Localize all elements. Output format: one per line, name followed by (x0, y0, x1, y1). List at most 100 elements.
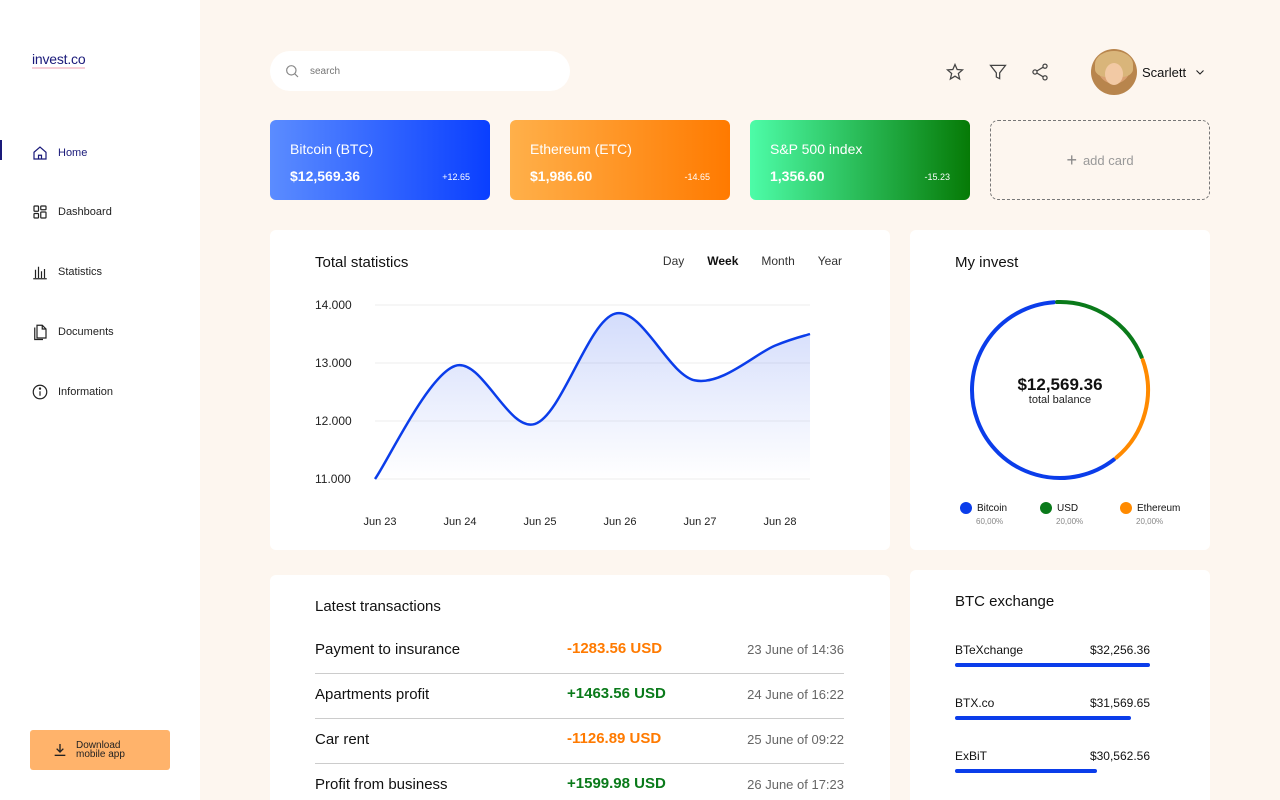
asset-value: 1,356.60 (770, 168, 825, 184)
documents-icon (34, 324, 47, 341)
transaction-name: Profit from business (315, 776, 448, 793)
x-tick-label: Jun 26 (603, 516, 636, 528)
legend-bitcoin: Bitcoin 60,00% (960, 502, 1007, 526)
transactions-title: Latest transactions (315, 598, 441, 615)
exchange-price: $30,562.56 (1089, 749, 1150, 763)
exchange-price: $32,256.36 (1089, 643, 1150, 657)
sidebar-item-label: Documents (58, 326, 114, 338)
home-icon (33, 146, 47, 160)
asset-name: Ethereum (ETC) (530, 141, 632, 157)
transaction-amount: +1599.98 USD (567, 775, 666, 792)
transaction-row[interactable]: Apartments profit +1463.56 USD 24 June o… (315, 674, 844, 719)
asset-change: -14.65 (684, 172, 710, 182)
legend-ethereum: Ethereum 20,00% (1120, 502, 1180, 526)
asset-card-sp500[interactable]: S&P 500 index 1,356.60 -15.23 (750, 120, 970, 200)
donut-segment-usd (1055, 300, 1144, 360)
asset-change: +12.65 (442, 172, 470, 182)
transaction-row[interactable]: Payment to insurance -1283.56 USD 23 Jun… (315, 629, 844, 674)
x-tick-label: Jun 28 (763, 516, 796, 528)
invest-panel: My invest $12,569.36 total balance Bitco… (910, 230, 1210, 550)
transaction-amount: -1126.89 USD (567, 730, 662, 747)
asset-name: S&P 500 index (770, 141, 863, 157)
transaction-row[interactable]: Profit from business +1599.98 USD 26 Jun… (315, 764, 844, 800)
user-name: Scarlett (1142, 64, 1187, 80)
invest-total-value: $12,569.36 (1017, 375, 1103, 394)
transaction-amount: +1463.56 USD (567, 685, 666, 702)
exchange-price: $31,569.65 (1089, 696, 1150, 710)
legend-pct: 20,00% (1136, 517, 1164, 526)
sidebar-item-label: Home (58, 147, 88, 159)
legend-dot (1040, 502, 1052, 514)
y-tick-label: 12.000 (315, 414, 352, 428)
info-icon (32, 384, 48, 400)
transaction-name: Car rent (315, 731, 370, 748)
legend-name: Ethereum (1137, 502, 1181, 514)
y-tick-label: 11.000 (315, 472, 351, 486)
add-card-label: add card (1082, 152, 1134, 168)
legend-dot (1120, 502, 1132, 514)
search-input[interactable] (310, 65, 550, 77)
sidebar-item-documents[interactable]: Documents (0, 317, 200, 347)
exchange-name: ExBiT (955, 749, 988, 763)
plus-icon: + (1066, 149, 1077, 170)
dashboard-icon (33, 205, 47, 219)
transaction-amount: -1283.56 USD (567, 640, 663, 657)
search-bar (270, 51, 570, 91)
star-icon[interactable] (945, 62, 965, 82)
transaction-row[interactable]: Car rent -1126.89 USD 25 June of 09:22 (315, 719, 844, 764)
asset-change: -15.23 (924, 172, 950, 182)
x-tick-label: Jun 25 (523, 516, 556, 528)
legend-dot (960, 502, 972, 514)
x-tick-label: Jun 27 (683, 516, 716, 528)
asset-value: $1,986.60 (530, 168, 593, 184)
statistics-icon (33, 266, 47, 280)
statistics-panel: Total statistics Day Week Month Year 14.… (270, 230, 890, 550)
sidebar-item-label: Information (58, 386, 114, 398)
legend-pct: 20,00% (1056, 517, 1084, 526)
transactions-panel: Latest transactions Payment to insurance… (270, 575, 890, 800)
transaction-date: 23 June of 14:36 (747, 642, 844, 657)
sidebar-item-dashboard[interactable]: Dashboard (0, 197, 200, 227)
legend-name: USD (1057, 502, 1079, 514)
add-card-button[interactable]: + add card (990, 120, 1210, 200)
transaction-name: Apartments profit (315, 686, 430, 703)
sidebar-item-label: Dashboard (58, 206, 112, 218)
invest-total: $12,569.36 total balance (970, 375, 1150, 406)
download-app-label: Download mobile app (76, 740, 125, 760)
transaction-date: 26 June of 17:23 (747, 777, 844, 792)
y-tick-label: 14.000 (315, 298, 352, 312)
user-menu[interactable]: Scarlett (1091, 49, 1206, 95)
sidebar-item-label: Statistics (58, 266, 103, 278)
legend-pct: 60,00% (976, 517, 1004, 526)
search-icon[interactable] (284, 63, 300, 79)
transaction-date: 25 June of 09:22 (747, 732, 844, 747)
x-tick-label: Jun 24 (443, 516, 476, 528)
invest-total-label: total balance (1028, 394, 1092, 406)
app-logo[interactable]: invest.co (32, 51, 86, 69)
sidebar: invest.co Home Dashboard Statistics Docu… (0, 0, 200, 800)
download-icon (54, 744, 66, 756)
download-app-button[interactable]: Download mobile app (30, 730, 170, 770)
exchange-bar (955, 769, 1098, 773)
y-tick-label: 13.000 (315, 356, 352, 370)
exchange-bar (955, 716, 1131, 720)
exchange-name: BTX.co (955, 696, 995, 710)
filter-icon[interactable] (988, 62, 1008, 82)
x-tick-label: Jun 23 (363, 516, 396, 528)
sidebar-item-information[interactable]: Information (0, 377, 200, 407)
asset-name: Bitcoin (BTC) (290, 141, 374, 157)
asset-value: $12,569.36 (290, 168, 361, 184)
transaction-date: 24 June of 16:22 (747, 687, 844, 702)
exchange-bar (955, 663, 1150, 667)
asset-card-bitcoin[interactable]: Bitcoin (BTC) $12,569.36 +12.65 (270, 120, 490, 200)
exchange-title: BTC exchange (955, 593, 1055, 610)
legend-name: Bitcoin (977, 502, 1008, 514)
asset-card-ethereum[interactable]: Ethereum (ETC) $1,986.60 -14.65 (510, 120, 730, 200)
exchange-panel: BTC exchange BTeXchange $32,256.36 BTX.c… (910, 570, 1210, 800)
chevron-down-icon (1196, 70, 1204, 75)
share-icon[interactable] (1030, 62, 1050, 82)
sidebar-item-home[interactable]: Home (0, 138, 200, 168)
sidebar-item-statistics[interactable]: Statistics (0, 257, 200, 287)
statistics-chart: 14.000 13.000 12.000 11.000 Jun 23 Jun 24 Jun … (315, 298, 811, 528)
transaction-name: Payment to insurance (315, 641, 461, 658)
